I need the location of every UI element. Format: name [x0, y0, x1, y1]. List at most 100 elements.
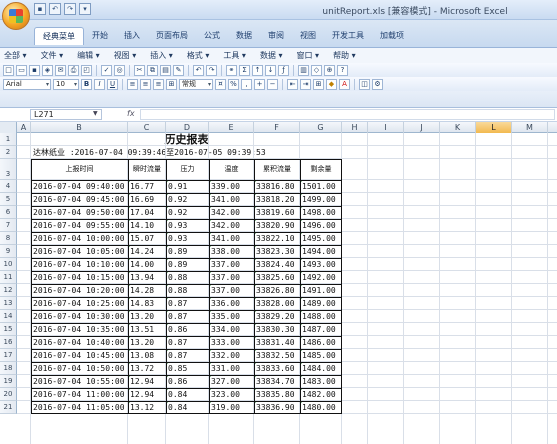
table-cell[interactable]: 341.00 [210, 194, 240, 206]
row-header[interactable]: 3 [0, 159, 17, 180]
undo-toolbar-icon[interactable]: ↶ [193, 64, 204, 76]
table-cell[interactable]: 1489.00 [301, 298, 336, 310]
underline-icon[interactable]: U [107, 78, 118, 90]
name-box[interactable]: L271 [30, 109, 102, 120]
worksheet[interactable]: 历史报表 达林纸业 :2016-07-04 09:39:46至2016-07-0… [17, 133, 557, 444]
table-cell[interactable]: 12.94 [129, 376, 154, 388]
table-cell[interactable]: 336.00 [210, 298, 240, 310]
menu-item[interactable]: 视图 ▾ [114, 50, 137, 61]
table-cell[interactable]: 0.84 [167, 389, 187, 401]
redo-toolbar-icon[interactable]: ↷ [206, 64, 217, 76]
table-cell[interactable]: 2016-07-04 10:50:00 [32, 363, 125, 375]
row-header[interactable]: 4 [0, 180, 17, 193]
select-all-corner[interactable] [0, 122, 17, 133]
merge-center-icon[interactable]: ⊞ [166, 78, 177, 90]
cut-icon[interactable]: ✂ [134, 64, 145, 76]
save-icon[interactable]: ▪ [34, 3, 46, 15]
ribbon-tab[interactable]: 公式 [196, 27, 228, 45]
table-cell[interactable]: 0.92 [167, 207, 187, 219]
table-cell[interactable]: 33830.30 [255, 324, 295, 336]
table-cell[interactable]: 1486.00 [301, 337, 336, 349]
spelling-icon[interactable]: ✓ [101, 64, 112, 76]
menu-item[interactable]: 工具 ▾ [223, 50, 246, 61]
table-cell[interactable]: 341.00 [210, 233, 240, 245]
row-header[interactable]: 7 [0, 219, 17, 232]
column-header[interactable]: J [404, 122, 440, 133]
row-header[interactable]: 18 [0, 362, 17, 375]
table-cell[interactable]: 2016-07-04 10:10:00 [32, 259, 125, 271]
table-cell[interactable]: 12.94 [129, 389, 154, 401]
undo-icon[interactable]: ↶ [49, 3, 61, 15]
table-cell[interactable]: 337.00 [210, 285, 240, 297]
column-header[interactable]: H [342, 122, 368, 133]
table-cell[interactable]: 33829.20 [255, 311, 295, 323]
sort-descending-icon[interactable]: ↓ [265, 64, 276, 76]
table-cell[interactable]: 33819.60 [255, 207, 295, 219]
table-cell[interactable]: 0.88 [167, 272, 187, 284]
row-header[interactable]: 9 [0, 245, 17, 258]
menu-item[interactable]: 数据 ▾ [260, 50, 283, 61]
ribbon-tab[interactable]: 页面布局 [148, 27, 196, 45]
table-cell[interactable]: 0.87 [167, 298, 187, 310]
column-header[interactable]: I [368, 122, 404, 133]
table-cell[interactable]: 2016-07-04 10:20:00 [32, 285, 125, 297]
function-icon[interactable]: ƒ [278, 64, 289, 76]
menu-item[interactable]: 编辑 ▾ [77, 50, 100, 61]
ribbon-tab[interactable]: 视图 [292, 27, 324, 45]
row-header[interactable]: 13 [0, 297, 17, 310]
sort-ascending-icon[interactable]: ↑ [252, 64, 263, 76]
customize-qat-icon[interactable]: ▾ [79, 3, 91, 15]
fill-color-icon[interactable]: ◆ [326, 78, 337, 90]
row-header[interactable]: 19 [0, 375, 17, 388]
table-cell[interactable]: 1491.00 [301, 285, 336, 297]
table-cell[interactable]: 0.92 [167, 194, 187, 206]
table-cell[interactable]: 33818.20 [255, 194, 295, 206]
table-cell[interactable]: 1499.00 [301, 194, 336, 206]
column-header[interactable]: D [166, 122, 209, 133]
print-icon[interactable]: ⎙ [68, 64, 79, 76]
table-cell[interactable]: 33834.70 [255, 376, 295, 388]
table-cell[interactable]: 14.24 [129, 246, 154, 258]
font-size-select[interactable]: 10 ▾ [53, 78, 79, 90]
table-cell[interactable]: 0.85 [167, 363, 187, 375]
decrease-decimal-icon[interactable]: − [267, 78, 278, 90]
table-cell[interactable]: 1483.00 [301, 376, 336, 388]
menu-item[interactable]: 格式 ▾ [187, 50, 210, 61]
table-cell[interactable]: 2016-07-04 10:15:00 [32, 272, 125, 284]
new-file-icon[interactable]: □ [3, 64, 14, 76]
email-icon[interactable]: ✉ [55, 64, 66, 76]
row-header[interactable]: 2 [0, 146, 17, 159]
table-cell[interactable]: 1492.00 [301, 272, 336, 284]
table-cell[interactable]: 14.28 [129, 285, 154, 297]
borders-icon[interactable]: ⊞ [313, 78, 324, 90]
row-header[interactable]: 8 [0, 232, 17, 245]
table-cell[interactable]: 337.00 [210, 259, 240, 271]
table-cell[interactable]: 13.72 [129, 363, 154, 375]
table-cell[interactable]: 0.89 [167, 259, 187, 271]
table-cell[interactable]: 2016-07-04 10:35:00 [32, 324, 125, 336]
options-icon[interactable]: ⚙ [372, 78, 383, 90]
table-cell[interactable]: 0.91 [167, 181, 187, 193]
table-cell[interactable]: 17.04 [129, 207, 154, 219]
table-cell[interactable]: 33823.30 [255, 246, 295, 258]
column-header[interactable]: M [512, 122, 548, 133]
zoom-icon[interactable]: ⊕ [324, 64, 335, 76]
row-header[interactable]: 10 [0, 258, 17, 271]
table-cell[interactable]: 33820.90 [255, 220, 295, 232]
table-cell[interactable]: 14.10 [129, 220, 154, 232]
table-cell[interactable]: 2016-07-04 10:55:00 [32, 376, 125, 388]
table-cell[interactable]: 0.87 [167, 350, 187, 362]
table-cell[interactable]: 1495.00 [301, 233, 336, 245]
table-cell[interactable]: 33828.00 [255, 298, 295, 310]
table-cell[interactable]: 2016-07-04 11:00:00 [32, 389, 125, 401]
table-cell[interactable]: 0.87 [167, 337, 187, 349]
research-icon[interactable]: ◎ [114, 64, 125, 76]
table-cell[interactable]: 342.00 [210, 220, 240, 232]
redo-icon[interactable]: ↷ [64, 3, 76, 15]
column-header[interactable]: E [209, 122, 254, 133]
copy-icon[interactable]: ⧉ [147, 64, 158, 76]
table-cell[interactable]: 2016-07-04 10:05:00 [32, 246, 125, 258]
table-cell[interactable]: 1501.00 [301, 181, 336, 193]
row-header[interactable]: 20 [0, 388, 17, 401]
table-cell[interactable]: 1498.00 [301, 207, 336, 219]
